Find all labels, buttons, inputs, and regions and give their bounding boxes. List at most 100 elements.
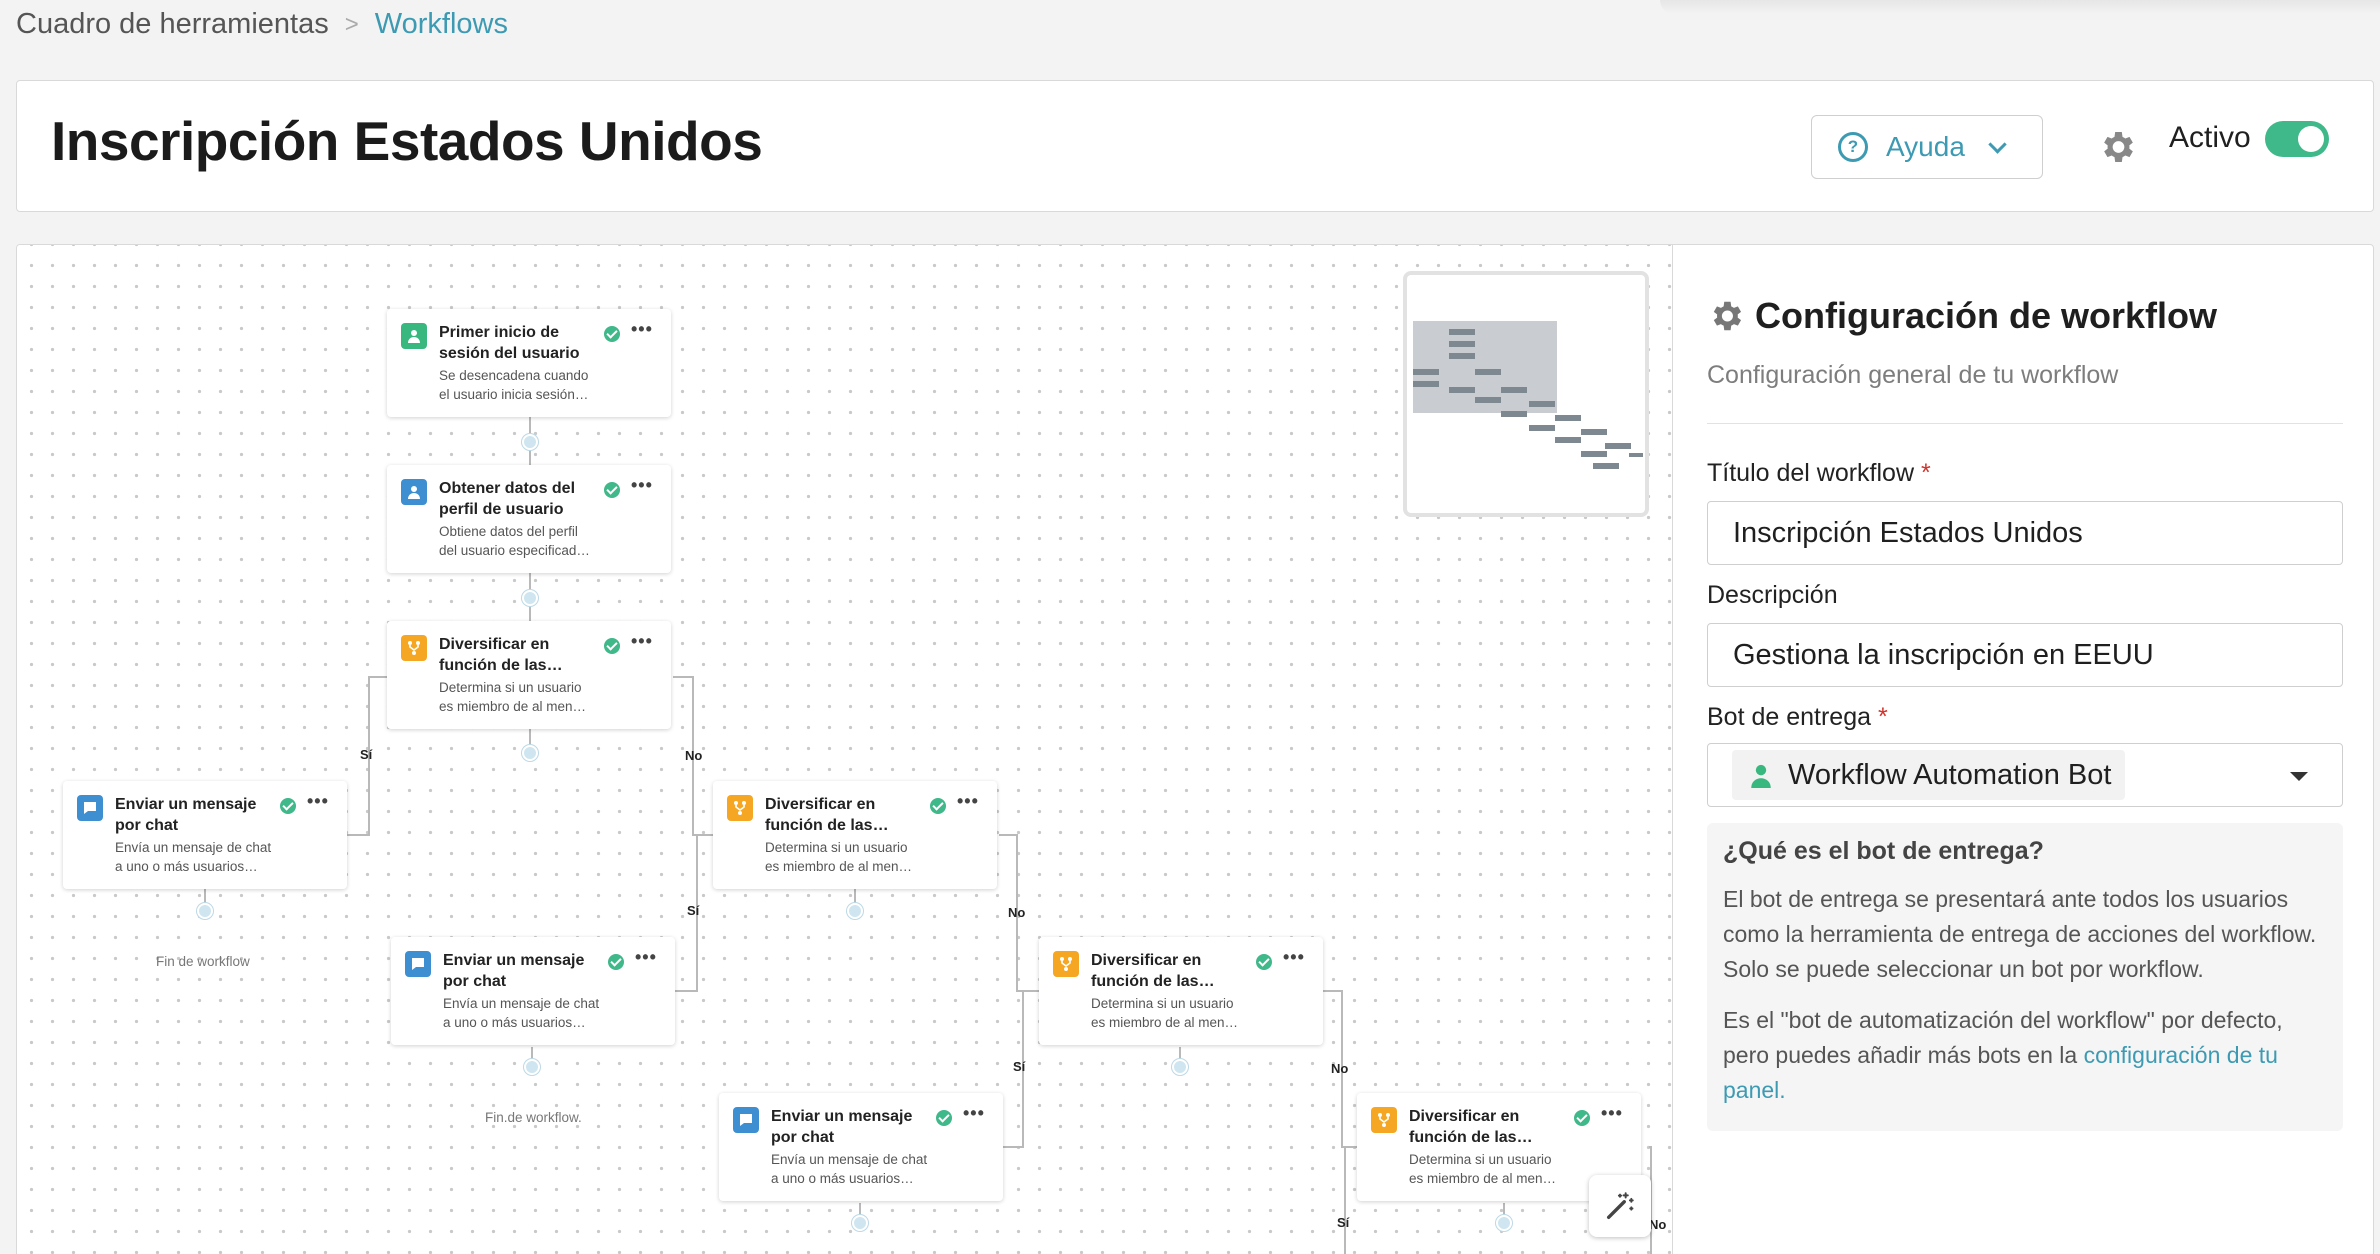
- workflow-node-get-profile[interactable]: Obtener datos del perfil de usuario Obtie…: [387, 465, 671, 573]
- workflow-node-trigger-first-login[interactable]: Primer inicio de sesión del usuario Se de…: [387, 309, 671, 417]
- help-button[interactable]: ? Ayuda: [1811, 115, 2043, 179]
- workflow-node-branch-1[interactable]: Diversificar en función de las… Determina…: [387, 621, 671, 729]
- help-label: Ayuda: [1886, 131, 1965, 162]
- workflow-node-branch-3[interactable]: Diversificar en función de las… Determina…: [1039, 937, 1323, 1045]
- dropdown-caret-icon: [2290, 772, 2308, 781]
- profile-icon: [401, 479, 427, 505]
- magic-wand-icon: [1606, 1192, 1634, 1220]
- workflow-title-label: Título del workflow *: [1707, 459, 1931, 487]
- chevron-down-icon: [1988, 134, 2007, 154]
- add-step-button[interactable]: [522, 590, 538, 606]
- node-title: Diversificar en función de las…: [765, 796, 889, 834]
- active-toggle[interactable]: [2265, 121, 2329, 157]
- branch-icon: [1053, 951, 1079, 977]
- check-icon: [1574, 1110, 1590, 1126]
- workflow-node-send-chat-2[interactable]: Enviar un mensaje por chat Envía un mensa…: [391, 937, 675, 1045]
- chat-icon: [77, 795, 103, 821]
- node-description: Obtiene datos del perfil del usuario espe…: [439, 524, 590, 558]
- branch-no-label: No: [1331, 1061, 1349, 1076]
- description-input[interactable]: Gestiona la inscripción en EEUU: [1707, 623, 2343, 687]
- more-options-icon[interactable]: •••: [307, 791, 329, 812]
- workflow-node-send-chat-3[interactable]: Enviar un mensaje por chat Envía un mensa…: [719, 1093, 1003, 1201]
- info-paragraph-2: Es el "bot de automatización del workflo…: [1723, 1007, 2283, 1103]
- settings-title: Configuración de workflow: [1707, 295, 2217, 337]
- description-label: Descripción: [1707, 581, 1838, 609]
- node-description: Determina si un usuario es miembro de al …: [439, 680, 587, 714]
- node-title: Enviar un mensaje por chat: [771, 1108, 913, 1146]
- page-title: Inscripción Estados Unidos: [51, 110, 763, 172]
- info-title: ¿Qué es el bot de entrega?: [1723, 837, 2044, 865]
- settings-subtitle: Configuración general de tu workflow: [1707, 361, 2119, 389]
- workflow-node-branch-2[interactable]: Diversificar en función de las… Determina…: [713, 781, 997, 889]
- branch-no-label-cut: No: [1649, 1217, 1667, 1232]
- user-icon: [401, 323, 427, 349]
- node-title: Enviar un mensaje por chat: [115, 796, 257, 834]
- auto-layout-button[interactable]: [1589, 1175, 1651, 1237]
- node-description: Envía un mensaje de chat a uno o más usua…: [771, 1152, 928, 1186]
- node-description: Determina si un usuario es miembro de al …: [765, 840, 913, 874]
- node-title: Diversificar en función de las…: [1409, 1108, 1533, 1146]
- bot-user-icon: [1751, 764, 1771, 788]
- workflow-node-send-chat-1[interactable]: Enviar un mensaje por chat Envía un mensa…: [63, 781, 347, 889]
- more-options-icon[interactable]: •••: [963, 1103, 985, 1124]
- node-title: Diversificar en función de las…: [1091, 952, 1215, 990]
- chat-icon: [405, 951, 431, 977]
- divider: [1707, 423, 2343, 424]
- check-icon: [604, 326, 620, 342]
- more-options-icon[interactable]: •••: [1283, 947, 1305, 968]
- add-step-button[interactable]: [1172, 1059, 1188, 1075]
- workflow-editor: Primer inicio de sesión del usuario Se de…: [16, 244, 2374, 1254]
- breadcrumb: Cuadro de herramientas > Workflows: [16, 8, 508, 41]
- more-options-icon[interactable]: •••: [957, 791, 979, 812]
- more-options-icon[interactable]: •••: [631, 475, 653, 496]
- more-options-icon[interactable]: •••: [635, 947, 657, 968]
- check-icon: [604, 482, 620, 498]
- check-icon: [608, 954, 624, 970]
- header-card: Inscripción Estados Unidos ? Ayuda Activ…: [16, 80, 2374, 212]
- branch-icon: [727, 795, 753, 821]
- breadcrumb-separator: >: [344, 10, 359, 38]
- workflow-title-input[interactable]: Inscripción Estados Unidos: [1707, 501, 2343, 565]
- add-step-button[interactable]: [852, 1215, 868, 1231]
- chat-icon: [733, 1107, 759, 1133]
- breadcrumb-current[interactable]: Workflows: [375, 8, 508, 41]
- workflow-settings-panel: Configuración de workflow Configuración …: [1707, 245, 2367, 1254]
- more-options-icon[interactable]: •••: [631, 319, 653, 340]
- branch-icon: [1371, 1107, 1397, 1133]
- info-paragraph-1: El bot de entrega se presentará ante tod…: [1723, 886, 2317, 982]
- workflow-canvas[interactable]: Primer inicio de sesión del usuario Se de…: [17, 245, 1673, 1254]
- add-step-button[interactable]: [847, 903, 863, 919]
- minimap-preview: [1413, 321, 1643, 469]
- add-step-button[interactable]: [522, 434, 538, 450]
- more-options-icon[interactable]: •••: [1601, 1103, 1623, 1124]
- branch-yes-label: Sí: [360, 747, 373, 762]
- node-title: Enviar un mensaje por chat: [443, 952, 585, 990]
- delivery-bot-select[interactable]: Workflow Automation Bot: [1707, 743, 2343, 807]
- node-title: Diversificar en función de las…: [439, 636, 563, 674]
- branch-yes-label: Sí: [1013, 1059, 1026, 1074]
- branch-icon: [401, 635, 427, 661]
- question-circle-icon: ?: [1838, 132, 1868, 162]
- node-description: Se desencadena cuando el usuario inicia s…: [439, 368, 589, 402]
- add-step-button[interactable]: [197, 903, 213, 919]
- delivery-bot-label: Bot de entrega *: [1707, 703, 1888, 731]
- minimap[interactable]: [1403, 271, 1649, 517]
- add-step-button[interactable]: [1496, 1215, 1512, 1231]
- selected-bot-chip: Workflow Automation Bot: [1732, 750, 2126, 800]
- add-step-button[interactable]: [524, 1059, 540, 1075]
- gear-icon[interactable]: [2097, 127, 2137, 167]
- add-step-button[interactable]: [522, 745, 538, 761]
- breadcrumb-root[interactable]: Cuadro de herramientas: [16, 8, 329, 41]
- end-of-workflow-label: Fin.de workflow.: [485, 1110, 582, 1125]
- node-title: Obtener datos del perfil de usuario: [439, 480, 576, 518]
- more-options-icon[interactable]: •••: [631, 631, 653, 652]
- node-title: Primer inicio de sesión del usuario: [439, 324, 580, 362]
- active-label: Activo: [2169, 121, 2251, 154]
- check-icon: [936, 1110, 952, 1126]
- branch-no-label: No: [685, 748, 703, 763]
- node-description: Envía un mensaje de chat a uno o más usua…: [115, 840, 272, 874]
- branch-yes-label: Sí: [687, 903, 700, 918]
- node-description: Determina si un usuario es miembro de al …: [1091, 996, 1239, 1030]
- end-of-workflow-label: Fin de workflow: [156, 954, 250, 969]
- node-description: Envía un mensaje de chat a uno o más usua…: [443, 996, 600, 1030]
